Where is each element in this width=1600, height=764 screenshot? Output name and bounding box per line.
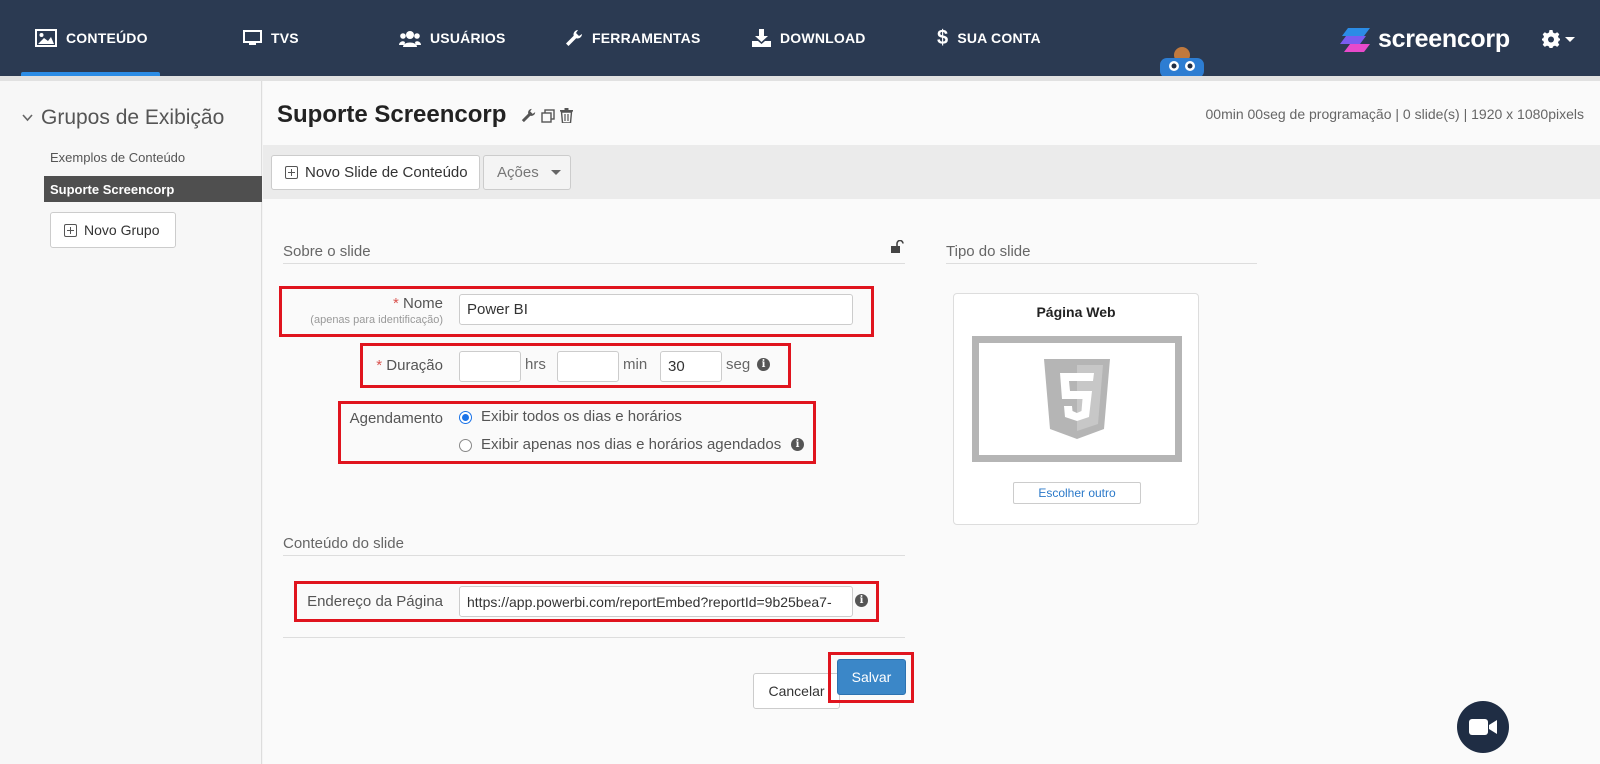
name-sublabel: (apenas para identificação)	[310, 314, 443, 326]
title-actions	[521, 108, 573, 123]
image-icon	[35, 29, 57, 47]
plus-icon	[64, 223, 77, 237]
chevron-down-icon	[22, 114, 33, 122]
unlock-icon[interactable]	[890, 240, 904, 254]
sidebar-item-exemplos[interactable]: Exemplos de Conteúdo	[44, 144, 262, 170]
duration-label-text: Duração	[386, 357, 443, 374]
info-icon[interactable]: i	[791, 438, 804, 451]
cancel-button[interactable]: Cancelar	[753, 673, 840, 709]
required-marker: *	[392, 295, 399, 312]
nav-item-sua-conta[interactable]: $ SUA CONTA	[937, 0, 1041, 76]
slide-type-preview	[972, 336, 1182, 462]
nav-item-label: FERRAMENTAS	[592, 30, 701, 46]
hours-input[interactable]	[459, 351, 521, 382]
save-button[interactable]: Salvar	[837, 659, 906, 695]
seconds-input[interactable]: 30	[660, 351, 722, 382]
nav-item-label: TVS	[271, 30, 299, 46]
address-label: Endereço da Página	[307, 593, 443, 610]
copy-icon[interactable]	[541, 108, 555, 123]
slide-type-title: Página Web	[1036, 304, 1116, 320]
toolbar: Novo Slide de Conteúdo Ações	[263, 145, 1600, 199]
section-title-about: Sobre o slide	[283, 243, 371, 260]
wrench-icon[interactable]	[521, 108, 536, 123]
sidebar-heading-label: Grupos de Exibição	[41, 106, 225, 129]
nav-item-label: SUA CONTA	[957, 30, 1041, 46]
video-camera-icon	[1469, 719, 1497, 735]
main-content: Suporte Screencorp 00min 00seg de progra…	[263, 81, 1600, 764]
schedule-label: Agendamento	[349, 410, 443, 427]
section-divider	[283, 263, 905, 264]
new-slide-label: Novo Slide de Conteúdo	[305, 164, 468, 181]
hours-unit: hrs	[525, 356, 546, 373]
nav-item-ferramentas[interactable]: FERRAMENTAS	[565, 0, 701, 76]
nav-item-label: DOWNLOAD	[780, 30, 866, 46]
name-input[interactable]: Power BI	[459, 294, 853, 325]
schedule-radio-all[interactable]	[459, 411, 472, 424]
program-stats: 00min 00seg de programação | 0 slide(s) …	[1205, 106, 1585, 122]
schedule-radio-scheduled[interactable]	[459, 439, 472, 452]
section-title-content: Conteúdo do slide	[283, 535, 404, 552]
plus-icon	[285, 166, 298, 179]
gear-icon	[1542, 30, 1560, 48]
schedule-option-all[interactable]: Exibir todos os dias e horários	[481, 408, 682, 425]
minutes-input[interactable]	[557, 351, 619, 382]
choose-other-button[interactable]: Escolher outro	[1013, 482, 1141, 504]
users-icon	[399, 30, 421, 47]
dollar-icon: $	[937, 26, 949, 49]
actions-label: Ações	[497, 164, 539, 181]
trash-icon[interactable]	[560, 108, 573, 123]
nav-item-download[interactable]: DOWNLOAD	[752, 0, 866, 76]
screencorp-logo[interactable]: screencorp	[1340, 25, 1510, 54]
new-group-button[interactable]: Novo Grupo	[50, 212, 176, 248]
seconds-unit: seg	[726, 356, 751, 373]
wrench-icon	[566, 30, 582, 46]
sidebar-heading[interactable]: Grupos de Exibição	[22, 106, 224, 130]
duration-label: * Duração	[293, 357, 443, 374]
actions-dropdown[interactable]: Ações	[483, 155, 571, 190]
screencorp-logo-icon	[1340, 27, 1370, 52]
sidebar-item-label: Suporte Screencorp	[50, 181, 175, 197]
chevron-down-icon	[1565, 36, 1575, 42]
sidebar: Grupos de Exibição Exemplos de Conteúdo …	[0, 81, 262, 764]
schedule-option-scheduled[interactable]: Exibir apenas nos dias e horários agenda…	[481, 436, 781, 453]
name-label-text: Nome	[402, 295, 443, 312]
top-navigation: CONTEÚDO TVS USUÁRIOS FERRAMENTAS DOWNLO…	[0, 0, 1600, 78]
form-divider	[283, 637, 905, 638]
page-title: Suporte Screencorp	[277, 101, 507, 128]
address-input[interactable]: https://app.powerbi.com/reportEmbed?repo…	[459, 586, 853, 617]
video-call-button[interactable]	[1457, 701, 1509, 753]
logo-text: screencorp	[1378, 25, 1510, 53]
section-divider	[283, 555, 905, 556]
new-slide-button[interactable]: Novo Slide de Conteúdo	[271, 155, 480, 190]
slide-type-card: Página Web Escolher outro	[953, 293, 1199, 525]
sidebar-item-label: Exemplos de Conteúdo	[50, 149, 186, 165]
minutes-unit: min	[623, 356, 648, 373]
info-icon[interactable]: i	[757, 358, 770, 371]
monitor-icon	[243, 30, 262, 45]
nav-item-label: CONTEÚDO	[66, 30, 148, 46]
nav-item-label: USUÁRIOS	[430, 30, 506, 46]
section-divider	[946, 263, 1257, 264]
nav-item-conteudo[interactable]: CONTEÚDO	[21, 0, 160, 76]
required-marker: *	[376, 357, 383, 374]
caret-down-icon	[550, 170, 561, 175]
settings-menu[interactable]	[1542, 30, 1575, 48]
section-title-type: Tipo do slide	[946, 243, 1031, 260]
nav-item-tvs[interactable]: TVS	[243, 0, 299, 76]
name-label: * Nome	[293, 295, 443, 312]
html5-icon	[1044, 359, 1110, 439]
new-group-label: Novo Grupo	[84, 222, 160, 238]
nav-item-usuarios[interactable]: USUÁRIOS	[399, 0, 506, 76]
info-icon[interactable]: i	[855, 594, 868, 607]
sidebar-item-suporte[interactable]: Suporte Screencorp	[44, 176, 262, 202]
download-icon	[752, 29, 771, 47]
